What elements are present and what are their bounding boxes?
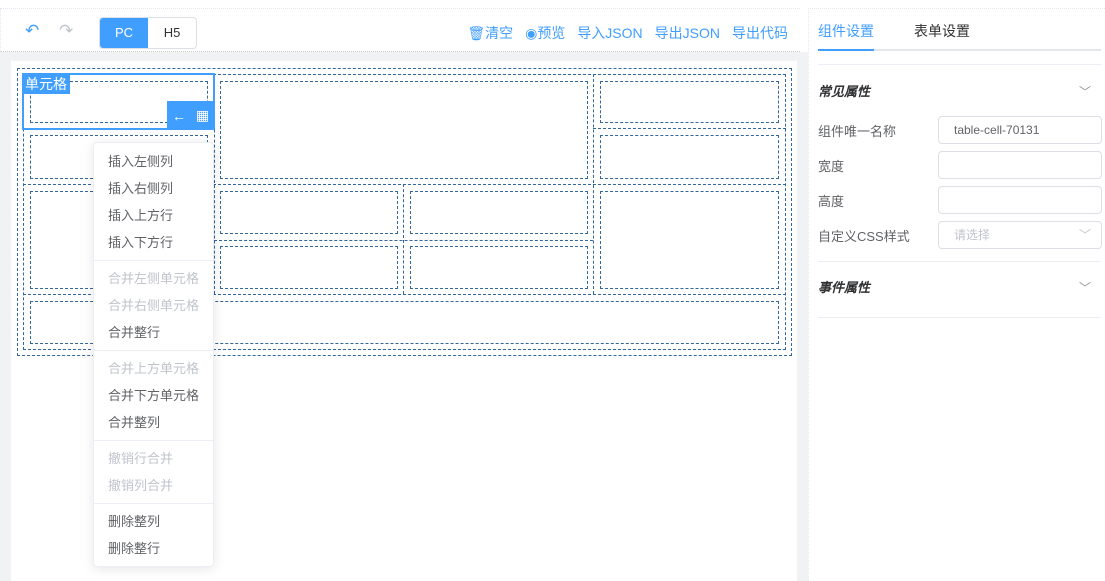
table-cell[interactable] [600,191,779,289]
table-cell[interactable] [600,81,779,123]
undo-icon[interactable]: ↶ [25,21,39,41]
menu-divider [94,503,213,504]
mode-pc-button[interactable]: PC [100,18,148,48]
redo-icon[interactable]: ↷ [59,21,73,41]
divider [818,317,1101,318]
menu-merge-row[interactable]: 合并整行 [94,319,213,346]
common-props-header[interactable]: 常见属性 [818,81,870,100]
clear-label: 清空 [485,25,514,41]
width-input[interactable] [938,151,1102,179]
menu-merge-above[interactable]: 合并上方单元格 [94,355,213,382]
preview-label: 预览 [537,25,566,41]
clear-button[interactable]: 🗑清空 [467,23,513,43]
menu-delete-row[interactable]: 删除整行 [94,535,213,562]
menu-merge-right[interactable]: 合并右侧单元格 [94,292,213,319]
preview-button[interactable]: ◉预览 [525,23,565,43]
device-toggle: PC H5 [99,17,197,49]
menu-undo-row-merge[interactable]: 撤销行合并 [94,445,213,472]
height-input[interactable] [938,186,1102,214]
trash-icon: 🗑 [467,25,486,41]
table-cell[interactable] [410,246,588,289]
menu-insert-above-row[interactable]: 插入上方行 [94,202,213,229]
menu-divider [94,260,213,261]
cell-tools: ← ▦ [167,101,214,130]
menu-divider [94,440,213,441]
menu-merge-col[interactable]: 合并整列 [94,409,213,436]
selected-cell-label: 单元格 [22,74,70,94]
tab-component-settings[interactable]: 组件设置 [818,21,874,41]
chevron-down-icon: ﹀ [1078,228,1091,242]
table-cell[interactable] [410,191,588,234]
export-code-button[interactable]: 导出代码 [732,23,788,43]
css-label: 自定义CSS样式 [818,229,910,244]
mode-h5-button[interactable]: H5 [148,18,196,48]
export-json-button[interactable]: 导出JSON [655,23,720,43]
menu-insert-below-row[interactable]: 插入下方行 [94,229,213,256]
table-cell[interactable] [220,191,398,234]
name-input[interactable]: table-cell-70131 [938,116,1102,144]
table-menu-icon[interactable]: ▦ [196,107,209,124]
menu-merge-left[interactable]: 合并左侧单元格 [94,265,213,292]
menu-insert-left-col[interactable]: 插入左侧列 [94,148,213,175]
menu-insert-right-col[interactable]: 插入右侧列 [94,175,213,202]
import-json-button[interactable]: 导入JSON [577,23,642,43]
menu-divider [94,350,213,351]
width-label: 宽度 [818,159,845,174]
chevron-down-icon[interactable]: ﹀ [1079,279,1091,296]
height-label: 高度 [818,194,845,209]
chevron-down-icon[interactable]: ﹀ [1079,83,1091,100]
eye-icon: ◉ [525,25,538,41]
css-select[interactable]: 请选择 ﹀ [938,221,1102,249]
table-cell[interactable] [220,81,588,179]
menu-merge-below[interactable]: 合并下方单元格 [94,382,213,409]
toolbar: ↶ ↷ PC H5 🗑清空 ◉预览 导入JSON 导出JSON 导出代码 [0,8,800,52]
divider [818,64,1101,65]
select-parent-icon[interactable]: ← [172,108,186,124]
menu-undo-col-merge[interactable]: 撤销列合并 [94,472,213,499]
table-cell[interactable] [600,135,779,179]
settings-panel: 组件设置 表单设置 常见属性 ﹀ 组件唯一名称 table-cell-70131… [808,8,1105,581]
tab-form-settings[interactable]: 表单设置 [914,21,970,41]
event-props-header[interactable]: 事件属性 [818,277,870,296]
css-select-placeholder: 请选择 [954,228,991,242]
name-label: 组件唯一名称 [818,124,897,139]
table-cell[interactable] [220,246,398,289]
divider [818,261,1101,262]
context-menu: 插入左侧列 插入右侧列 插入上方行 插入下方行 合并左侧单元格 合并右侧单元格 … [93,142,214,567]
menu-delete-col[interactable]: 删除整列 [94,508,213,535]
